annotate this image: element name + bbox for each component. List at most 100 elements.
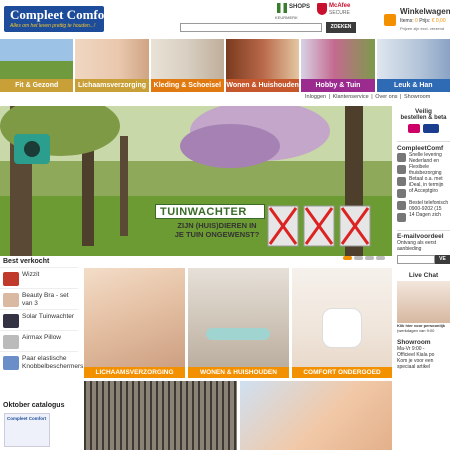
category-image <box>150 39 224 79</box>
showroom-line: speciaal artikel <box>397 364 431 370</box>
category-lichaamsverzorging[interactable]: Lichaamsverzorging <box>75 39 149 92</box>
product-thumb <box>3 272 19 286</box>
shops-keurmerk-badge[interactable]: SHOPS KEURMERK <box>275 3 311 23</box>
product-thumb <box>3 293 19 307</box>
phone-icon <box>397 201 406 210</box>
category-leuk-handig[interactable]: Leuk & Han <box>376 39 450 92</box>
promo-bottom-right[interactable] <box>240 381 392 450</box>
email-submit-button[interactable]: VE <box>435 255 450 264</box>
right-sidebar: Veilig bestellen & beta CompleetComf Sne… <box>397 106 450 450</box>
catalog-section: Oktober catalogus Compleet Comfort <box>0 402 78 447</box>
showroom-title: Showroom <box>397 339 431 346</box>
category-image <box>301 39 375 79</box>
email-sub: aanbieding <box>397 246 422 252</box>
secure-subtitle: bestellen & beta <box>400 115 447 121</box>
chat-title: Live Chat <box>408 272 439 279</box>
shops-badge-label: SHOPS <box>289 4 311 10</box>
catalog-cover-title: Compleet Comfort <box>7 416 47 421</box>
promo-wonen-huishouden[interactable]: WONEN & HUISHOUDEN <box>188 268 289 378</box>
category-fit-gezond[interactable]: Fit & Gezond <box>0 39 74 92</box>
category-label: Kleding & Schoeisel <box>150 79 224 92</box>
category-label: Wonen & Huishouden <box>225 79 300 92</box>
feature-row: Flexibele thuisbezorging <box>397 164 450 176</box>
hero-title: TUINWACHTER <box>155 204 265 219</box>
category-image <box>0 39 74 79</box>
mcafee-shield-icon <box>317 3 327 15</box>
site-logo[interactable]: Compleet Comfort Alles om het leven pret… <box>4 6 114 32</box>
category-image <box>75 39 149 79</box>
hero-pagination <box>343 256 385 260</box>
best-seller-item[interactable]: Airmax Pillow <box>0 330 78 351</box>
hero-dot-active[interactable] <box>343 256 352 260</box>
best-seller-item[interactable]: Paar elastische Knobbelbeschermers <box>0 351 84 372</box>
product-name: Wizzit <box>22 271 40 278</box>
hero-dot[interactable] <box>376 256 385 260</box>
cart-title: Winkelwagen <box>400 7 450 16</box>
shopping-cart[interactable]: Winkelwagen Items: 0 Prijs: € 0,00 Prijz… <box>384 4 450 34</box>
about-link[interactable]: Over ons <box>375 94 397 100</box>
catalog-cover[interactable]: Compleet Comfort <box>4 413 50 447</box>
hero-subtitle: ZIJN (HUIS)DIEREN IN JE TUIN ONGEWENST? <box>162 221 272 239</box>
lingerie-icon <box>322 308 362 348</box>
search-input[interactable] <box>180 23 322 32</box>
best-sellers-title: Best verkocht <box>3 258 50 265</box>
email-input[interactable] <box>397 255 435 264</box>
utility-links: Inloggen | Klantenservice | Over ons | S… <box>305 94 431 100</box>
mcafee-label: McAfee <box>329 3 351 9</box>
visa-icon <box>423 124 439 133</box>
cart-items-label: Items: <box>400 18 414 24</box>
shops-badge-sub: KEURMERK <box>275 15 298 20</box>
feature-line: 14 Dagen zich <box>409 212 441 218</box>
grab-bar-icon <box>206 328 270 340</box>
hero-dot[interactable] <box>365 256 374 260</box>
email-title: E-mailvoordeel <box>397 233 444 240</box>
category-label: Lichaamsverzorging <box>75 79 149 92</box>
chat-caption: (werkdagen van 9:00 <box>397 328 435 333</box>
promo-bottom-left[interactable] <box>84 381 237 450</box>
product-thumb <box>3 356 19 370</box>
promo-label: COMFORT ONDERGOED <box>292 367 392 378</box>
category-wonen-huishouden[interactable]: Wonen & Huishouden <box>225 39 300 92</box>
home-delivery-icon <box>397 165 406 174</box>
acceptgiro-icon <box>397 189 406 198</box>
search-button[interactable]: ZOEKEN <box>326 22 356 33</box>
promo-label: WONEN & HUISHOUDEN <box>188 367 289 378</box>
shops-grid-icon <box>277 3 287 13</box>
cart-price-value: € 0,00 <box>431 18 446 24</box>
header: Compleet Comfort Alles om het leven pret… <box>0 0 450 38</box>
hero-subtitle-line1: ZIJN (HUIS)DIEREN IN <box>177 221 257 230</box>
logo-title: Compleet Comfort <box>10 7 115 22</box>
cart-summary: Items: 0 Prijs: € 0,00 <box>400 18 446 24</box>
hero-dot[interactable] <box>354 256 363 260</box>
best-seller-item[interactable]: Beauty Bra - set van 3 <box>0 288 78 309</box>
category-image <box>376 39 450 79</box>
payment-icon <box>397 177 406 186</box>
product-thumb <box>3 335 19 349</box>
category-hobby-tuin[interactable]: Hobby & Tuin <box>301 39 375 92</box>
catalog-title: Oktober catalogus <box>3 402 65 409</box>
feature-row: of Acceptgiro <box>397 188 450 200</box>
brand-title: CompleetComf <box>397 145 444 152</box>
product-name: Solar Tuinwachter <box>22 313 75 320</box>
chat-agent-photo[interactable] <box>397 281 450 323</box>
category-label: Fit & Gezond <box>0 79 74 92</box>
best-seller-item[interactable]: Wizzit <box>0 267 78 288</box>
showroom-link[interactable]: Showroom <box>404 94 430 100</box>
product-thumb <box>3 314 19 328</box>
customer-service-link[interactable]: Klantenservice <box>333 94 369 100</box>
promo-label: LICHAAMSVERZORGING <box>84 367 185 378</box>
best-seller-item[interactable]: Solar Tuinwachter <box>0 309 78 330</box>
login-link[interactable]: Inloggen <box>305 94 326 100</box>
mcafee-secure-badge[interactable]: McAfee SECURE <box>317 3 355 23</box>
product-name: Airmax Pillow <box>22 334 62 341</box>
feature-line: of Acceptgiro <box>409 188 438 194</box>
cart-items-value: 0 <box>415 18 418 24</box>
category-kleding-schoeisel[interactable]: Kleding & Schoeisel <box>150 39 224 92</box>
category-label: Leuk & Han <box>376 79 450 92</box>
secure-title: Veilig <box>415 108 432 115</box>
product-name: Paar elastische Knobbelbeschermers <box>22 355 84 370</box>
promo-comfort-ondergoed[interactable]: COMFORT ONDERGOED <box>292 268 392 378</box>
truck-icon <box>397 153 406 162</box>
promo-lichaamsverzorging[interactable]: LICHAAMSVERZORGING <box>84 268 185 378</box>
mcafee-sub: SECURE <box>329 10 350 16</box>
